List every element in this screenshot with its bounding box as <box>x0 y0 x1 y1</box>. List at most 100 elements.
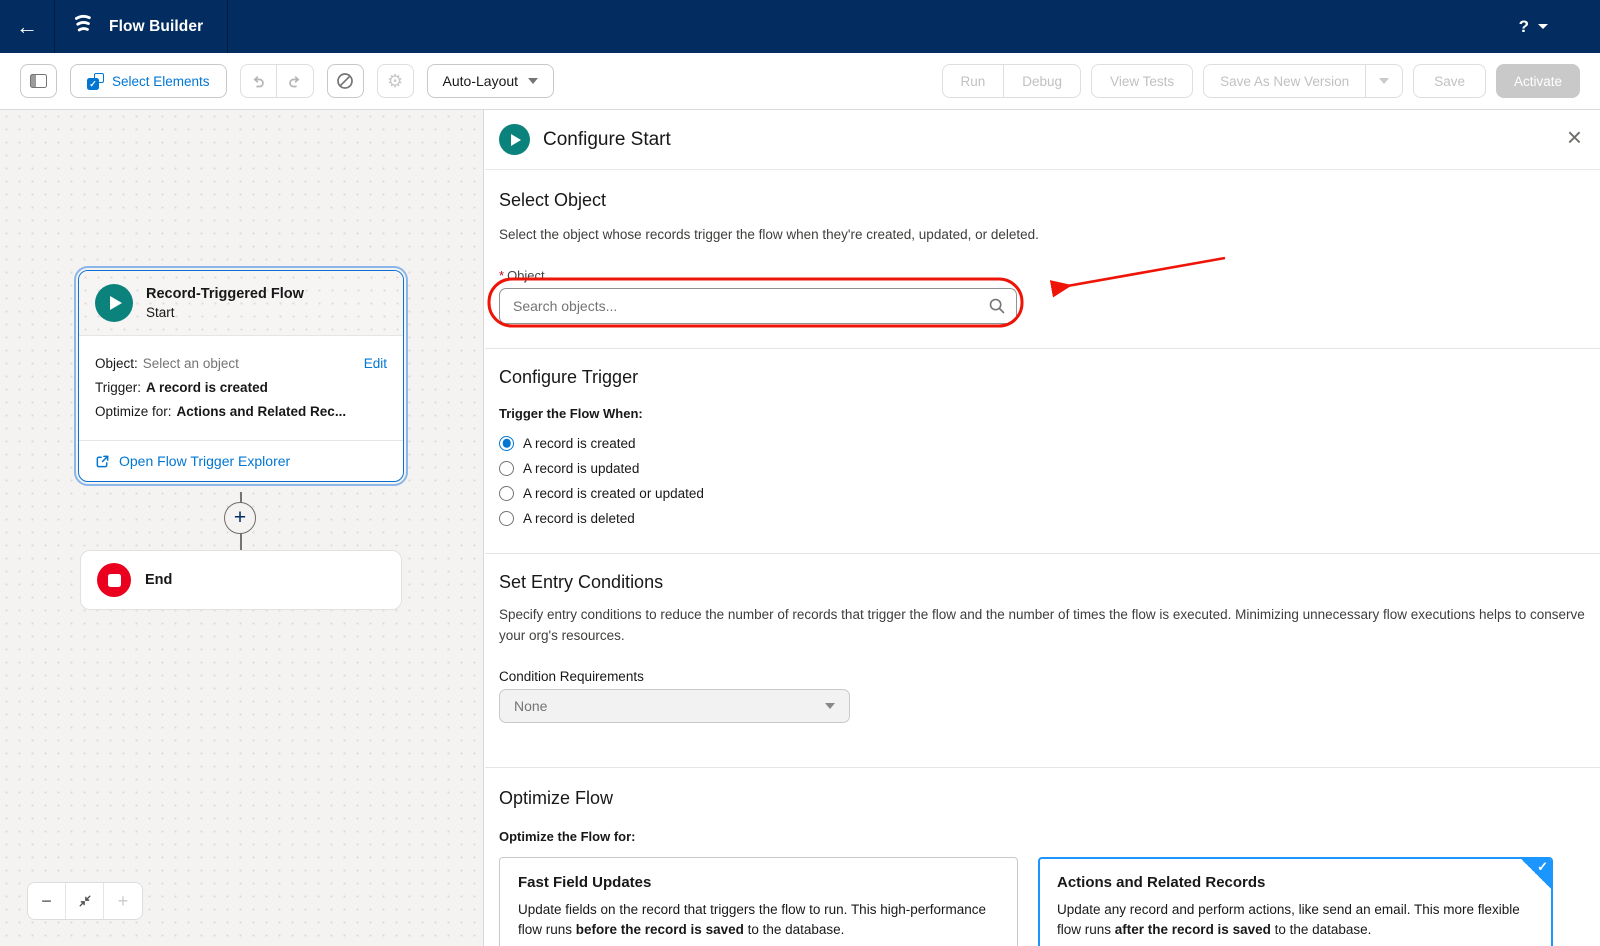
required-asterisk: * <box>499 268 504 283</box>
condition-requirements-label: Condition Requirements <box>499 669 1586 684</box>
panel-header: Configure Start <box>485 110 1600 170</box>
panel-title: Configure Start <box>543 129 671 151</box>
radio-icon <box>499 461 514 476</box>
redo-icon <box>287 73 303 89</box>
radio-option-record-updated[interactable]: A record is updated <box>499 456 1586 481</box>
view-tests-button[interactable]: View Tests <box>1091 64 1193 98</box>
external-link-icon <box>95 454 110 469</box>
multi-select-icon: ✓ <box>87 73 104 90</box>
flow-canvas[interactable]: Record-Triggered Flow Start Object: Sele… <box>0 110 484 946</box>
configure-start-panel: Configure Start × Select Object Select t… <box>485 110 1600 946</box>
chevron-down-icon <box>1538 24 1548 29</box>
run-debug-group: Run Debug <box>942 64 1082 98</box>
edit-link[interactable]: Edit <box>364 356 387 371</box>
option-card-title: Fast Field Updates <box>518 874 999 891</box>
debug-button[interactable]: Debug <box>1004 64 1081 98</box>
object-search-input[interactable] <box>499 288 1017 324</box>
optimize-label: Optimize for: <box>95 404 172 419</box>
object-value: Select an object <box>143 356 239 371</box>
close-panel-button[interactable]: × <box>1567 124 1582 150</box>
toolbar-actions: Run Debug View Tests Save As New Version… <box>942 64 1581 98</box>
trigger-group-label: Trigger the Flow When: <box>499 406 1586 421</box>
gear-icon: ⚙ <box>387 71 403 92</box>
minus-icon: − <box>41 891 52 912</box>
optimize-group-label: Optimize the Flow for: <box>499 829 1586 844</box>
option-card-fast-field-updates[interactable]: Fast Field Updates Update fields on the … <box>499 857 1018 946</box>
start-node-body: Object: Select an object Edit Trigger: A… <box>79 336 403 440</box>
back-button[interactable]: ← <box>0 0 55 53</box>
selected-checkmark-icon: ✓ <box>1521 859 1551 889</box>
start-node-card[interactable]: Record-Triggered Flow Start Object: Sele… <box>78 270 404 482</box>
fit-to-view-button[interactable] <box>66 883 104 919</box>
configure-trigger-heading: Configure Trigger <box>499 367 1586 388</box>
chevron-down-icon <box>825 703 835 709</box>
start-optimize-row: Optimize for: Actions and Related Rec... <box>95 404 387 419</box>
settings-button[interactable]: ⚙ <box>377 64 414 98</box>
save-button[interactable]: Save <box>1413 64 1486 98</box>
end-node-card[interactable]: End <box>80 550 402 610</box>
save-as-new-version-group: Save As New Version <box>1203 64 1403 98</box>
add-element-button[interactable]: + <box>224 502 256 534</box>
help-icon: ? <box>1519 17 1529 37</box>
plus-icon: + <box>118 891 129 912</box>
object-search-field <box>499 288 1017 324</box>
fit-view-icon <box>78 894 92 908</box>
start-play-icon <box>95 284 133 322</box>
top-navbar: ← Flow Builder ? <box>0 0 1600 53</box>
activate-button[interactable]: Activate <box>1496 64 1580 98</box>
entry-conditions-section: Set Entry Conditions Specify entry condi… <box>485 553 1600 767</box>
start-node-header: Record-Triggered Flow Start <box>79 271 403 336</box>
object-field-label: * Object <box>499 268 1586 283</box>
disable-elements-button[interactable] <box>327 64 364 98</box>
option-card-description: Update fields on the record that trigger… <box>518 900 999 941</box>
condition-requirements-select[interactable]: None <box>499 689 850 723</box>
radio-option-record-created[interactable]: A record is created <box>499 431 1586 456</box>
radio-selected-icon <box>499 436 514 451</box>
entry-conditions-heading: Set Entry Conditions <box>499 572 1586 593</box>
flow-builder-logo-icon <box>73 13 98 40</box>
run-button[interactable]: Run <box>942 64 1005 98</box>
undo-button[interactable] <box>240 64 277 98</box>
trigger-options-list: A record is created A record is updated … <box>499 431 1586 531</box>
ban-icon <box>336 72 354 90</box>
option-card-actions-and-related-records[interactable]: ✓ Actions and Related Records Update any… <box>1038 857 1553 946</box>
chevron-down-icon <box>528 78 538 84</box>
search-icon <box>988 297 1006 315</box>
save-as-new-version-caret-button[interactable] <box>1366 64 1403 98</box>
select-elements-button[interactable]: ✓ Select Elements <box>70 64 227 98</box>
layout-mode-dropdown[interactable]: Auto-Layout <box>427 64 555 98</box>
panel-toggle-icon <box>30 74 47 88</box>
save-as-new-version-button[interactable]: Save As New Version <box>1203 64 1366 98</box>
toggle-left-panel-button[interactable] <box>20 64 57 98</box>
canvas-zoom-controls: − + <box>27 882 143 920</box>
end-node-label: End <box>145 572 172 588</box>
select-object-description: Select the object whose records trigger … <box>499 225 1586 246</box>
app-brand: Flow Builder <box>55 0 228 53</box>
zoom-out-button[interactable]: − <box>28 883 66 919</box>
optimize-value: Actions and Related Rec... <box>177 404 347 419</box>
radio-option-record-created-or-updated[interactable]: A record is created or updated <box>499 481 1586 506</box>
start-node-footer: Open Flow Trigger Explorer <box>79 440 403 481</box>
toolbar: ✓ Select Elements ⚙ Auto-Layout Run Debu… <box>0 53 1600 110</box>
start-object-row: Object: Select an object Edit <box>95 356 387 371</box>
open-flow-trigger-explorer-link[interactable]: Open Flow Trigger Explorer <box>119 453 290 469</box>
trigger-value: A record is created <box>146 380 268 395</box>
end-stop-icon <box>97 563 131 597</box>
start-node-subtitle: Start <box>146 305 304 320</box>
start-node-title: Record-Triggered Flow <box>146 286 304 302</box>
radio-icon <box>499 486 514 501</box>
undo-redo-group <box>240 64 314 98</box>
radio-option-record-deleted[interactable]: A record is deleted <box>499 506 1586 531</box>
trigger-label: Trigger: <box>95 380 141 395</box>
redo-button[interactable] <box>277 64 314 98</box>
start-play-icon <box>499 124 530 155</box>
option-card-title: Actions and Related Records <box>1057 874 1534 891</box>
entry-conditions-description: Specify entry conditions to reduce the n… <box>499 605 1586 647</box>
radio-icon <box>499 511 514 526</box>
back-arrow-icon: ← <box>16 16 38 38</box>
app-title: Flow Builder <box>109 18 203 36</box>
selected-value: None <box>514 698 547 714</box>
zoom-in-button[interactable]: + <box>104 883 142 919</box>
select-object-heading: Select Object <box>499 190 1586 211</box>
help-menu[interactable]: ? <box>1519 0 1548 53</box>
